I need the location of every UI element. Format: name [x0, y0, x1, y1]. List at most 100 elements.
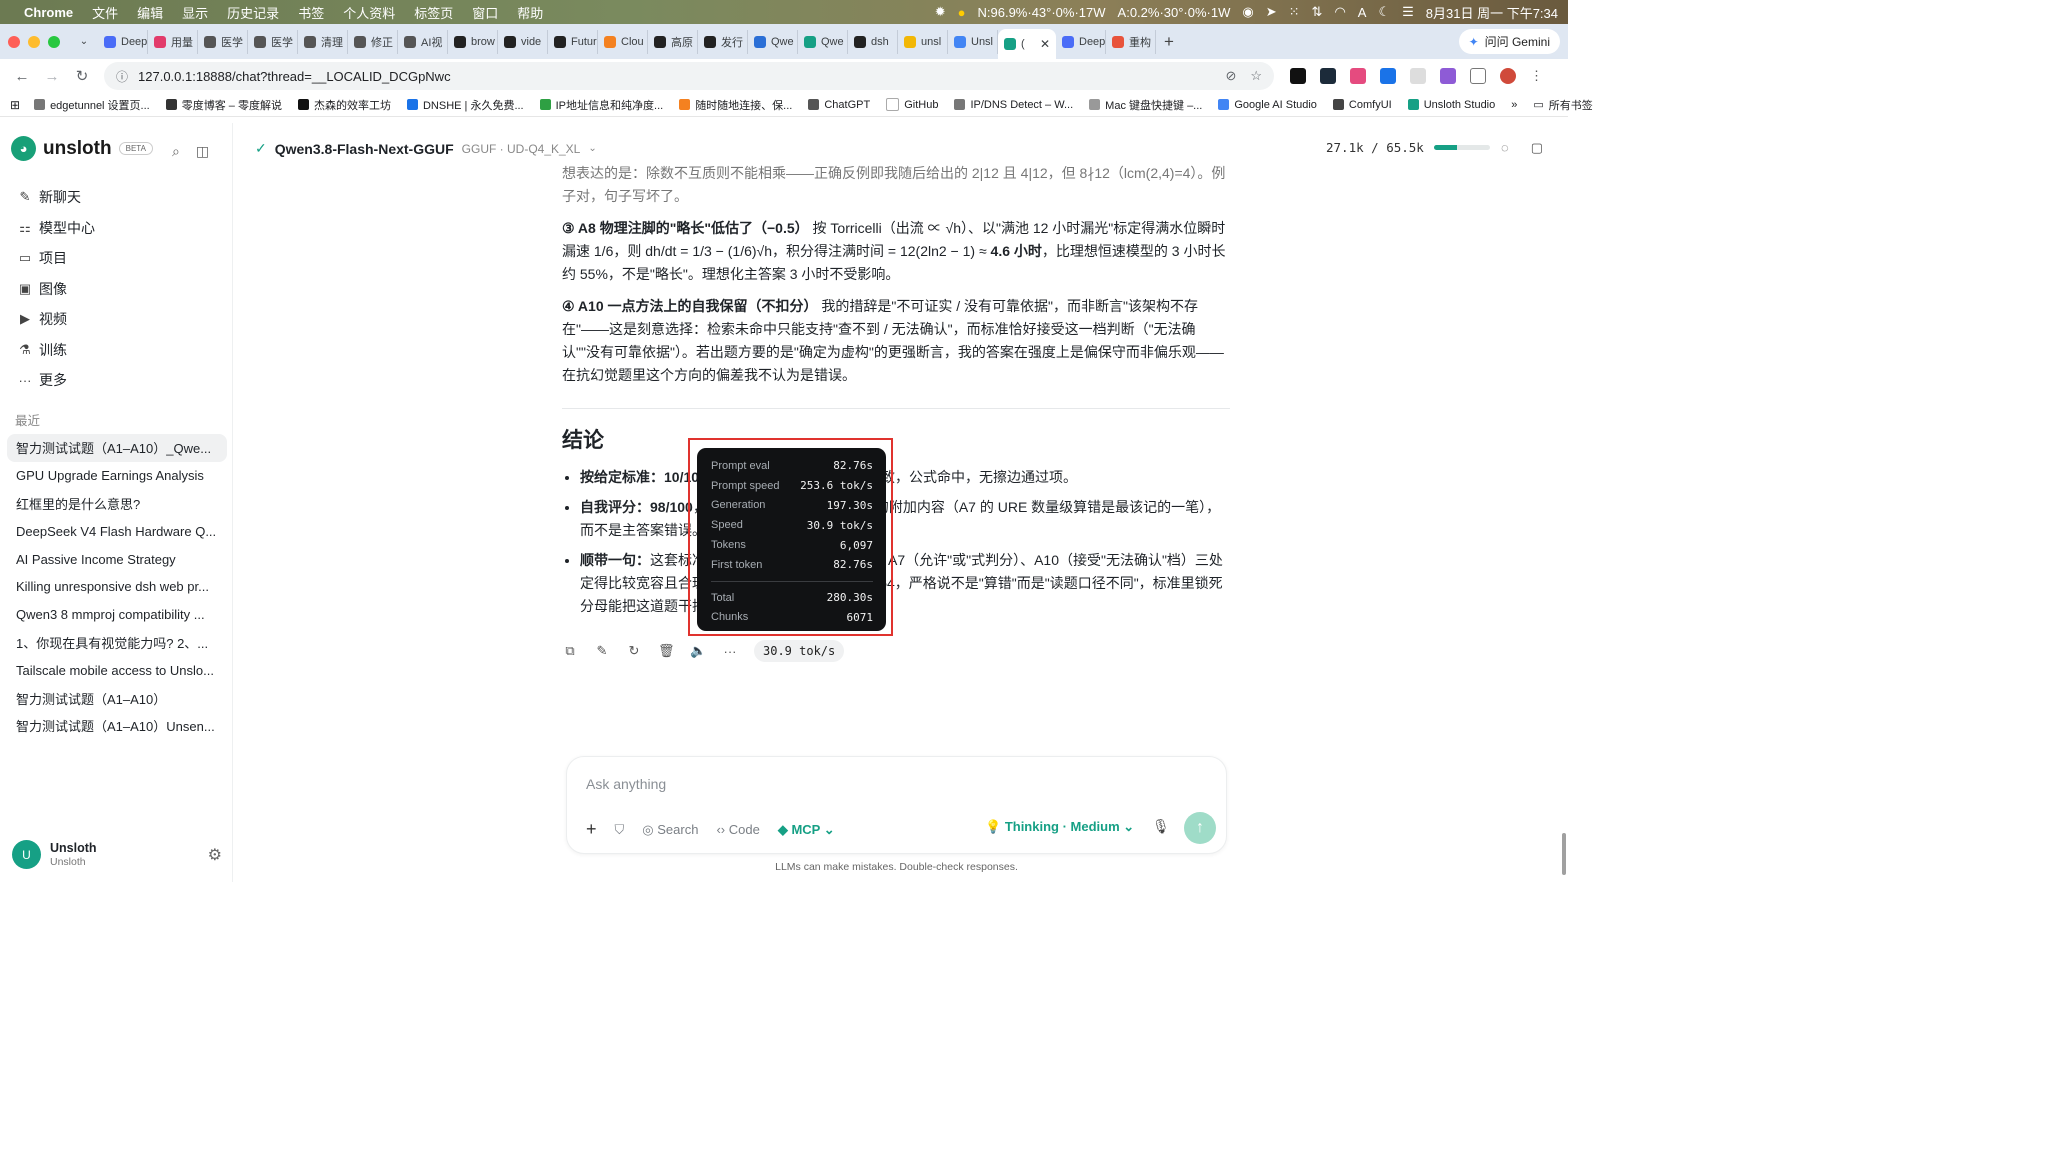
terminal-extension-icon[interactable] [1320, 68, 1336, 84]
bookmark-item[interactable]: 杰森的效率工坊 [297, 97, 391, 113]
bookmark-item[interactable]: Mac 键盘快捷键 –... [1089, 97, 1202, 113]
close-tab-icon[interactable]: ✕ [1040, 37, 1050, 51]
tab[interactable]: 用量 [148, 29, 198, 54]
context-usage[interactable]: 27.1k / 65.5k [1326, 140, 1490, 155]
scrollbar[interactable] [1562, 833, 1566, 875]
menu-edit[interactable]: 编辑 [137, 3, 163, 22]
maximize-window-icon[interactable] [48, 35, 60, 48]
reload-icon[interactable]: ↻ [70, 67, 94, 85]
tab-search-chevron-icon[interactable]: ⌄ [72, 36, 96, 47]
refresh-circle-icon[interactable]: ◌ [1501, 140, 1509, 156]
bookmark-item[interactable]: 随时随地连接、保... [679, 97, 792, 113]
wechat-icon[interactable]: ◉ [1242, 4, 1253, 20]
tab[interactable]: 清理 [298, 29, 348, 54]
doc-extension-icon[interactable] [1410, 68, 1426, 84]
menu-view[interactable]: 显示 [182, 3, 208, 22]
tab[interactable]: Qwe [748, 29, 798, 54]
tab[interactable]: Unsl [948, 29, 998, 54]
new-tab-button[interactable]: + [1164, 32, 1174, 52]
bookmarks-overflow-chevron[interactable]: » [1511, 99, 1517, 111]
collapse-sidebar-icon[interactable]: ◫ [196, 143, 209, 160]
tab[interactable]: 医学 [248, 29, 298, 54]
recent-chat-item[interactable]: DeepSeek V4 Flash Hardware Q... [7, 517, 227, 545]
speed-stats-pill[interactable]: 30.9 tok/s [754, 640, 845, 662]
recent-chat-item[interactable]: GPU Upgrade Earnings Analysis [7, 462, 227, 490]
notion-extension-icon[interactable] [1290, 68, 1306, 84]
forward-arrow-icon[interactable]: → [40, 68, 64, 85]
tab[interactable]: 高原 [648, 29, 698, 54]
brand[interactable]: ◕ unsloth BETA [11, 136, 153, 161]
delete-icon[interactable]: 🗑 [658, 643, 675, 659]
speaker-icon[interactable]: 🔈 [690, 643, 706, 659]
copy-icon[interactable]: ⧉ [562, 643, 578, 659]
close-window-icon[interactable] [8, 35, 20, 48]
add-attachment-button[interactable]: + [586, 819, 597, 840]
recent-chat-item[interactable]: Killing unresponsive dsh web pr... [7, 573, 227, 601]
brightness-icon[interactable]: ✹ [935, 4, 946, 20]
regenerate-icon[interactable]: ↻ [626, 643, 642, 659]
sidebar-item-more[interactable]: ··· 更多 [17, 365, 95, 396]
tab[interactable]: brow [448, 29, 498, 54]
moon-icon[interactable]: ☾ [1378, 4, 1390, 20]
bookmark-item[interactable]: IP地址信息和纯净度... [539, 97, 663, 113]
menu-bookmarks[interactable]: 书签 [298, 3, 324, 22]
wifi-icon[interactable]: ◠ [1334, 4, 1345, 20]
bookmark-star-icon[interactable]: ☆ [1250, 68, 1262, 84]
bookmark-item[interactable]: DNSHE | 永久免费... [406, 97, 524, 113]
tab[interactable]: 发行 [698, 29, 748, 54]
tab[interactable]: Futur [548, 29, 598, 54]
bookmark-item[interactable]: Unsloth Studio [1407, 99, 1495, 111]
bookmark-item[interactable]: ChatGPT [808, 99, 870, 111]
tab[interactable]: Qwe [798, 29, 848, 54]
profile-avatar-icon[interactable] [1500, 68, 1516, 84]
datetime-text[interactable]: 8月31日 周一 下午7:34 [1426, 3, 1558, 22]
tab-active[interactable]: ( ✕ [998, 29, 1056, 59]
menu-tabs[interactable]: 标签页 [414, 3, 453, 22]
search-icon[interactable]: ⌕ [172, 143, 180, 160]
model-selector[interactable]: ✓ Qwen3.8-Flash-Next-GGUF GGUF · UD-Q4_K… [255, 140, 597, 157]
tab[interactable]: vide [498, 29, 548, 54]
menu-window[interactable]: 窗口 [472, 3, 498, 22]
recent-chat-item[interactable]: AI Passive Income Strategy [7, 545, 227, 573]
pink-extension-icon[interactable] [1350, 68, 1366, 84]
bookmark-item[interactable]: Google AI Studio [1218, 99, 1317, 111]
tab[interactable]: Deep [1056, 29, 1106, 54]
site-info-icon[interactable]: ⓘ [116, 68, 128, 85]
mcp-dropdown[interactable]: ◆ MCP ⌄ [778, 822, 835, 838]
grid-icon[interactable]: ⁙ [1289, 4, 1300, 20]
bookmark-item[interactable]: edgetunnel 设置页... [34, 97, 150, 113]
sidebar-item-images[interactable]: ▣ 图像 [17, 274, 95, 305]
thinking-level-dropdown[interactable]: 💡 Thinking · Medium ⌄ [985, 819, 1134, 835]
microphone-icon[interactable]: 🎙 [1152, 818, 1170, 835]
search-toggle[interactable]: ◎ Search [642, 822, 698, 838]
network-speed-icon[interactable]: ⇅ [1312, 4, 1323, 20]
message-input[interactable]: Ask anything [586, 776, 666, 792]
edit-icon[interactable]: ✎ [594, 643, 610, 659]
tab[interactable]: AI视 [398, 29, 448, 54]
menu-history[interactable]: 历史记录 [227, 3, 279, 22]
settings-gear-icon[interactable]: ⚙ [208, 845, 222, 865]
recent-chat-item[interactable]: 智力测试试题（A1–A10）_Qwe... [7, 434, 227, 462]
tab[interactable]: Clou [598, 29, 648, 54]
tab[interactable]: 修正 [348, 29, 398, 54]
bookmark-item[interactable]: 零度博客 – 零度解说 [165, 97, 282, 113]
tab[interactable]: 重构 [1106, 29, 1156, 54]
eye-off-icon[interactable]: ⊘ [1225, 68, 1236, 84]
recent-chat-item[interactable]: 红框里的是什么意思? [7, 490, 227, 518]
gpu-status-text[interactable]: N:96.9%·43°·0%·17W [978, 5, 1106, 20]
back-arrow-icon[interactable]: ← [10, 68, 34, 85]
kebab-menu-icon[interactable]: ⋮ [1530, 68, 1543, 84]
recent-chat-item[interactable]: Tailscale mobile access to Unslo... [7, 656, 227, 684]
recent-chat-item[interactable]: 智力测试试题（A1–A10） [7, 684, 227, 712]
sidebar-item-model-hub[interactable]: ⚏ 模型中心 [17, 213, 95, 244]
blue-extension-icon[interactable] [1380, 68, 1396, 84]
recent-chat-item[interactable]: Qwen3 8 mmproj compatibility ... [7, 601, 227, 629]
cpu-status-text[interactable]: A:0.2%·30°·0%·1W [1118, 5, 1231, 20]
shield-icon[interactable]: ⛉ [615, 822, 625, 838]
tab[interactable]: Deep [98, 29, 148, 54]
sidebar-item-new-chat[interactable]: ✎ 新聊天 [17, 182, 95, 213]
send-button[interactable]: ↑ [1184, 812, 1216, 844]
menu-profiles[interactable]: 个人资料 [343, 3, 395, 22]
ask-gemini-button[interactable]: ✦ 问问 Gemini [1458, 29, 1560, 54]
menu-file[interactable]: 文件 [92, 3, 118, 22]
